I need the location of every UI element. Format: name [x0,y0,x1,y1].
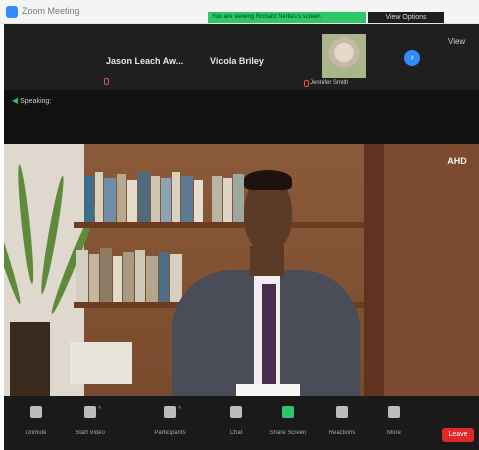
participant-tile-name: Jennifer Smith [310,80,349,86]
reactions-icon [336,406,348,418]
camera-icon [84,406,96,418]
participant-tile-name[interactable]: Vicola Briley [210,56,264,66]
mic-muted-icon [304,80,309,87]
share-screen-icon [282,406,294,418]
participants-icon [164,406,176,418]
next-page-button[interactable]: › [404,50,420,66]
speaker-indicator: ◀ Speaking: [12,96,51,105]
more-icon [388,406,400,418]
speaker-hair [244,170,292,190]
more-button[interactable]: More [370,396,418,450]
window-title: Zoom Meeting [22,6,80,16]
participants-label: Participants [154,430,186,436]
view-options-button[interactable]: View Options [368,12,444,23]
microphone-icon [30,406,42,418]
zoom-app-icon [6,6,18,18]
share-banner: You are viewing Richard Nettles's screen [208,12,366,23]
share-screen-label: Share Screen [269,430,307,436]
participants-button[interactable]: ^ Participants [146,396,194,450]
chat-label: Chat [229,430,243,436]
reactions-label: Reactions [328,430,356,436]
unmute-button[interactable]: Unmute [12,396,60,450]
active-speaker-video[interactable]: AHD [4,144,479,396]
participant-video-thumbnail[interactable] [322,34,366,78]
paper-stack [70,342,132,384]
chat-button[interactable]: Chat [212,396,260,450]
participant-tile-name[interactable]: Jason Leach Aw... [106,56,183,66]
chevron-up-icon[interactable]: ^ [98,406,101,413]
start-video-button[interactable]: ^ Start Video [66,396,114,450]
book-row [84,170,254,222]
start-video-label: Start Video [75,430,105,436]
logo-emblem: AHD [447,156,467,166]
chat-icon [230,406,242,418]
bookshelf [74,222,364,228]
speaker-tie [262,284,276,396]
door-frame [364,144,384,396]
audio-indicator-icon: ◀ [12,96,19,105]
leave-button[interactable]: Leave [442,428,474,442]
desk-paper [236,384,300,396]
chevron-up-icon[interactable]: ^ [178,406,181,413]
plant-pot [10,322,50,396]
reactions-button[interactable]: Reactions [318,396,366,450]
unmute-label: Unmute [25,430,47,436]
speaker-label: Speaking: [20,98,52,105]
share-screen-button[interactable]: Share Screen [264,396,312,450]
video-background [4,90,479,144]
view-toggle-button[interactable]: View [448,37,465,46]
book-row [76,246,196,302]
mic-muted-icon [104,78,109,85]
meeting-toolbar: Unmute ^ Start Video ^ Participants Chat… [4,396,479,450]
title-bar: Zoom Meeting You are viewing Richard Net… [0,0,479,24]
more-label: More [387,430,401,436]
